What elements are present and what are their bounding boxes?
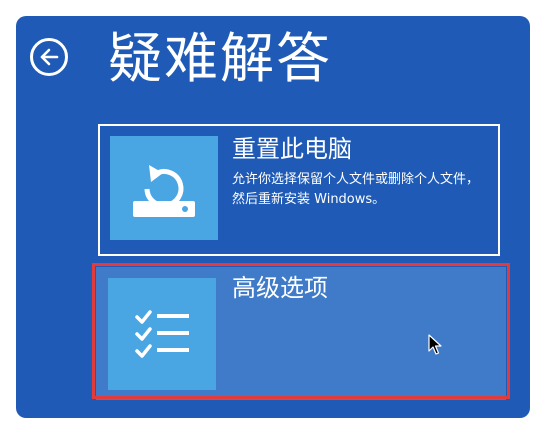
- option-tile: [110, 136, 218, 240]
- arrow-left-icon: [40, 48, 59, 66]
- back-button[interactable]: [30, 38, 68, 76]
- page-title: 疑难解答: [108, 27, 332, 90]
- option-reset-pc[interactable]: 重置此电脑 允许你选择保留个人文件或删除个人文件，然后重新安装 Windows。: [98, 124, 500, 256]
- checklist-icon: [135, 310, 189, 358]
- mouse-cursor-icon: [428, 334, 442, 355]
- option-label: 重置此电脑: [232, 135, 352, 163]
- option-advanced-options[interactable]: 高级选项: [96, 267, 506, 400]
- troubleshoot-screen: 疑难解答 重置此电脑 允许你选择保留个人文件或删除个人文件，然后重新安装 Win…: [16, 16, 530, 418]
- option-tile: [108, 278, 216, 390]
- reset-pc-icon: [133, 165, 195, 217]
- option-description: 允许你选择保留个人文件或删除个人文件，然后重新安装 Windows。: [232, 172, 480, 207]
- option-label: 高级选项: [232, 274, 328, 302]
